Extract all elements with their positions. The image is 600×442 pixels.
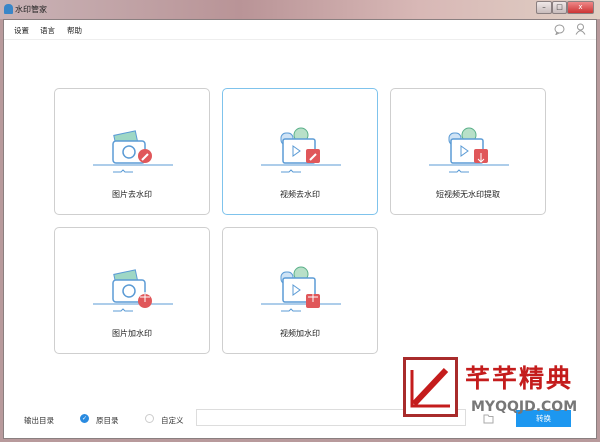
- menu-help[interactable]: 帮助: [67, 25, 82, 36]
- menu-language[interactable]: 语言: [40, 25, 55, 36]
- output-dir-label: 输出目录: [24, 416, 54, 425]
- radio-custom-dir[interactable]: [145, 414, 154, 423]
- card-5[interactable]: 视频加水印: [222, 227, 378, 354]
- main-window: 设置 语言 帮助 图片去水印 视频去水印 短视频无水印提取图片加水印 视频加水印 输出…: [3, 19, 597, 439]
- custom-dir-label[interactable]: 自定义: [161, 415, 184, 426]
- card-label: 视频加水印: [280, 329, 320, 338]
- menu-bar: 设置 语言 帮助: [4, 20, 596, 40]
- menu-settings[interactable]: 设置: [14, 25, 29, 36]
- output-path-input[interactable]: [196, 409, 466, 426]
- close-button[interactable]: x: [567, 1, 594, 14]
- app-icon: [4, 4, 13, 14]
- maximize-button[interactable]: □: [552, 1, 567, 14]
- minimize-button[interactable]: –: [536, 1, 552, 14]
- card-3[interactable]: 短视频无水印提取: [390, 88, 546, 215]
- output-bar: 输出目录 ✓ 原目录 自定义 转换: [4, 405, 596, 435]
- card-label: 图片去水印: [112, 190, 152, 199]
- feedback-icon[interactable]: [554, 24, 565, 35]
- video-add-icon: [261, 266, 341, 312]
- camera-eraser-icon: [93, 130, 173, 173]
- card-label: 短视频无水印提取: [436, 190, 500, 199]
- card-label: 图片加水印: [112, 329, 152, 338]
- card-1[interactable]: 图片去水印: [54, 88, 210, 215]
- video-eraser-icon: [261, 127, 341, 173]
- card-4[interactable]: 图片加水印: [54, 227, 210, 354]
- window-title: 水印管家: [15, 5, 47, 14]
- folder-icon[interactable]: [483, 413, 495, 424]
- title-bar: 水印管家 – □ x: [0, 0, 600, 19]
- user-icon[interactable]: [575, 23, 586, 35]
- radio-original-dir[interactable]: ✓: [80, 414, 89, 423]
- original-dir-label[interactable]: 原目录: [96, 415, 119, 426]
- card-2[interactable]: 视频去水印: [222, 88, 378, 215]
- convert-button[interactable]: 转换: [516, 410, 571, 427]
- video-download-icon: [429, 127, 509, 173]
- card-label: 视频去水印: [280, 190, 320, 199]
- camera-add-icon: [93, 269, 173, 312]
